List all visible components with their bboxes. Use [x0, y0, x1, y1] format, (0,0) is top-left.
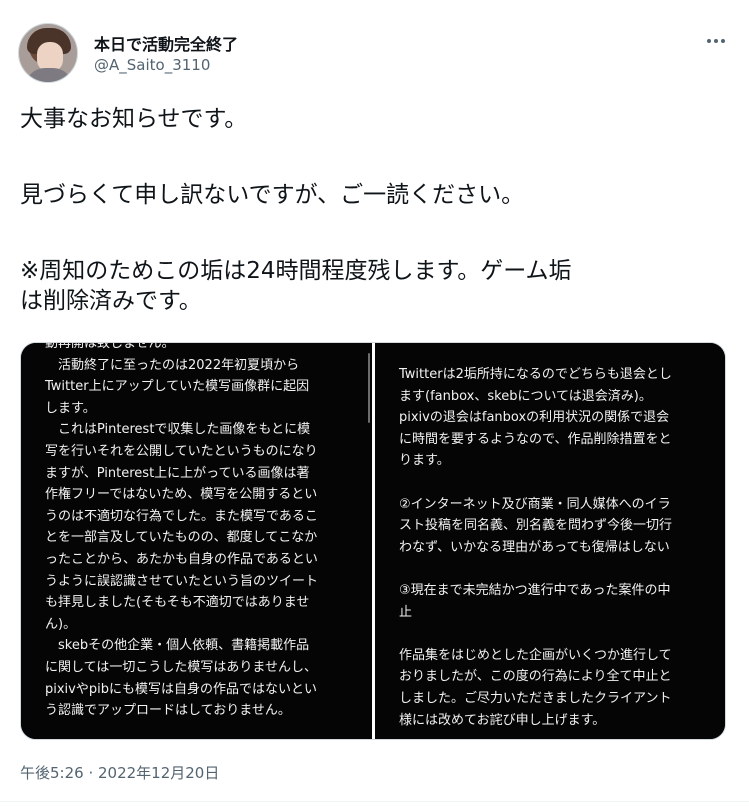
media-right-text: Twitterは2垢所持になるのでどちらも退会とし ます(fanbox、skeb… [399, 367, 673, 728]
display-name[interactable]: 本日で活動完全終了 [94, 31, 238, 55]
tweet-paragraph-1: 大事なお知らせです。 [20, 106, 248, 132]
more-options-button[interactable] [701, 26, 731, 56]
tweet-paragraph-3: ※周知のためこの垢は24時間程度残します。ゲーム垢 は削除済みです。 [20, 258, 572, 314]
divider [0, 801, 749, 802]
avatar-body [25, 68, 73, 82]
tweet-header: 本日で活動完全終了 @A_Saito_3110 [18, 18, 731, 84]
avatar[interactable] [18, 23, 78, 83]
media-image-right[interactable]: Twitterは2垢所持になるのでどちらも退会とし ます(fanbox、skeb… [375, 343, 725, 739]
scrollbar [368, 353, 370, 423]
media-left-text: 動再開は致しません。 活動終了に至ったのは2022年初夏頃から Twitter上… [45, 343, 319, 719]
ellipsis-icon [707, 39, 725, 43]
tweet-media[interactable]: 動再開は致しません。 活動終了に至ったのは2022年初夏頃から Twitter上… [20, 342, 726, 740]
media-image-left[interactable]: 動再開は致しません。 活動終了に至ったのは2022年初夏頃から Twitter上… [21, 343, 372, 739]
tweet-text: 大事なお知らせです。 見づらくて申し訳ないですが、ご一読ください。 ※周知のため… [20, 104, 732, 316]
tweet-paragraph-2: 見づらくて申し訳ないですが、ご一読ください。 [20, 182, 525, 208]
user-handle[interactable]: @A_Saito_3110 [94, 56, 210, 74]
tweet-timestamp[interactable]: 午後5:26 · 2022年12月20日 [20, 762, 219, 783]
